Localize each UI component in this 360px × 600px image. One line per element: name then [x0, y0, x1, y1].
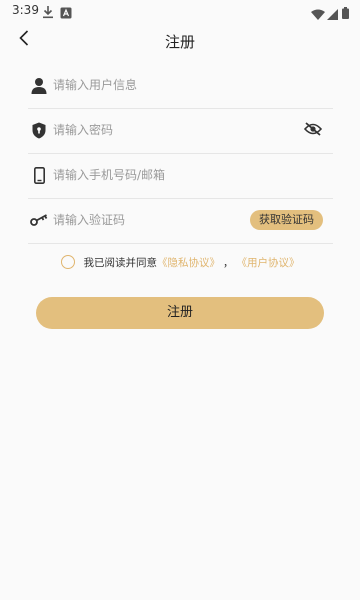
privacy-policy-link[interactable]: 《隐私协议》: [157, 255, 220, 270]
app-badge-icon: [60, 4, 72, 23]
agreement-checkbox[interactable]: [60, 255, 75, 269]
download-icon: [42, 4, 54, 23]
header: 注册: [0, 24, 360, 58]
phone-row: [28, 154, 333, 199]
shield-icon: [30, 121, 48, 139]
user-icon: [30, 76, 48, 94]
agreement-row: 我已阅读并同意 《隐私协议》 ， 《用户协议》: [0, 253, 360, 271]
wifi-icon: [311, 5, 325, 24]
page-title: 注册: [164, 33, 195, 51]
password-input[interactable]: [53, 119, 273, 141]
status-bar: 3:39: [0, 0, 360, 24]
username-input[interactable]: [53, 74, 273, 96]
phone-icon: [30, 166, 48, 184]
verification-code-input[interactable]: [53, 209, 213, 231]
password-row: [28, 109, 333, 154]
register-button[interactable]: 注册: [36, 297, 324, 329]
eye-off-icon: [303, 121, 323, 140]
signal-icon: [327, 5, 338, 24]
phone-email-input[interactable]: [53, 164, 273, 186]
battery-icon: [342, 4, 349, 23]
status-time: 3:39: [12, 3, 39, 17]
key-icon: [30, 211, 48, 229]
get-code-button[interactable]: 获取验证码: [250, 210, 323, 230]
agreement-separator: ，: [223, 256, 234, 269]
verification-row: 获取验证码: [28, 199, 333, 244]
username-row: [28, 64, 333, 109]
agreement-text: 我已阅读并同意: [83, 256, 158, 269]
user-agreement-link[interactable]: 《用户协议》: [237, 255, 300, 270]
password-visibility-toggle[interactable]: [303, 121, 323, 139]
